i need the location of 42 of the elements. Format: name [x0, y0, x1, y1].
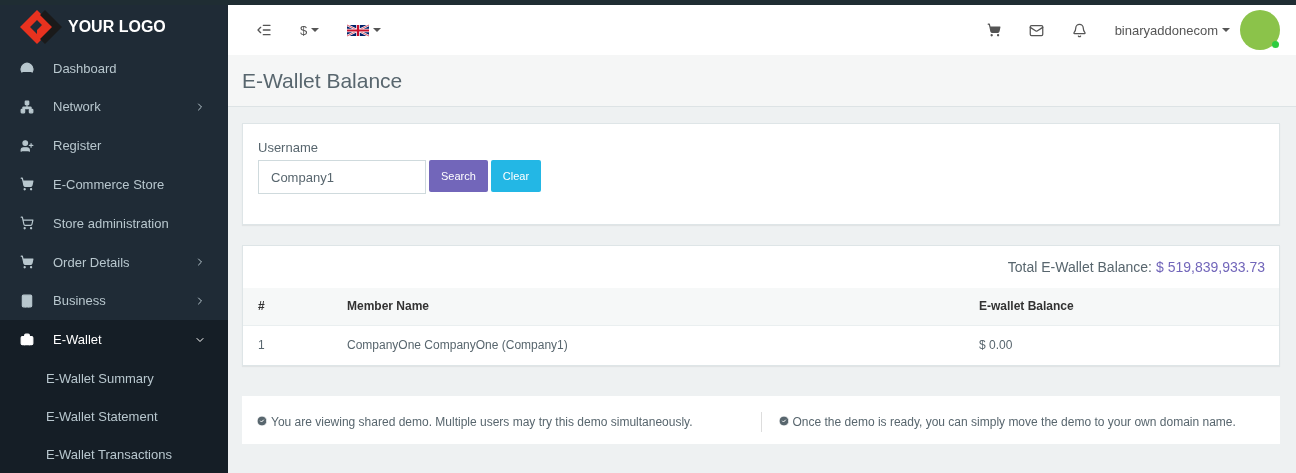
username-label: Username: [258, 140, 319, 155]
column-header: E-wallet Balance: [964, 288, 1279, 325]
sidebar-item[interactable]: Network: [0, 87, 228, 127]
mail-icon[interactable]: [1028, 22, 1044, 38]
balance-label: Total E-Wallet Balance:: [1007, 259, 1152, 275]
sidebar-item[interactable]: E-Commerce Store: [0, 165, 228, 204]
page-title: E-Wallet Balance: [242, 68, 403, 93]
table-cell: $ 0.00: [964, 325, 1279, 365]
sidebar-item[interactable]: E-Wallet: [0, 320, 228, 359]
user-plus-icon: [20, 138, 34, 153]
column-header: #: [243, 288, 332, 325]
search-button[interactable]: Search: [429, 160, 488, 192]
submenu-item[interactable]: E-Wallet Summary: [0, 359, 228, 397]
cart-icon: [20, 216, 34, 231]
username-field[interactable]: Company1: [258, 160, 426, 194]
user-dropdown[interactable]: binaryaddonecom: [1114, 22, 1230, 38]
check-circle-icon: [256, 415, 268, 427]
table-cell: CompanyOne CompanyOne (Company1): [332, 325, 964, 365]
submenu-item[interactable]: E-Wallet Statement: [0, 397, 228, 435]
logo-icon: [20, 9, 62, 44]
column-header: Member Name: [332, 288, 964, 325]
sidebar-item[interactable]: Business: [0, 281, 228, 321]
table-cell: 1: [243, 325, 332, 365]
submenu-item[interactable]: E-Wallet Transactions: [0, 435, 228, 473]
check-circle-icon: [777, 415, 790, 427]
bell-icon[interactable]: [1071, 22, 1087, 38]
menu-icon[interactable]: [256, 22, 272, 38]
sidebar-item[interactable]: Order Details: [0, 242, 228, 282]
cart-icon: [20, 177, 34, 192]
sidebar-item[interactable]: Store administration: [0, 203, 228, 243]
currency-dropdown[interactable]: $: [300, 22, 320, 38]
sidebar-item[interactable]: Register: [0, 126, 228, 166]
notice-text: You are viewing shared demo. Multiple users may try this demo simultaneously.: [256, 412, 761, 432]
logo-text: YOUR LOGO: [68, 17, 166, 36]
language-dropdown[interactable]: [347, 22, 382, 38]
sidebar-item[interactable]: Dashboard: [0, 48, 228, 88]
balance-amount: $ 519,839,933.73: [1156, 259, 1265, 275]
cart-icon: [20, 255, 34, 269]
notice-text: Once the demo is ready, you can simply move the demo to your own domain name.: [760, 412, 1266, 432]
cart-icon[interactable]: [986, 23, 1001, 37]
network-icon: [20, 99, 34, 114]
briefcase-icon: [20, 332, 34, 347]
